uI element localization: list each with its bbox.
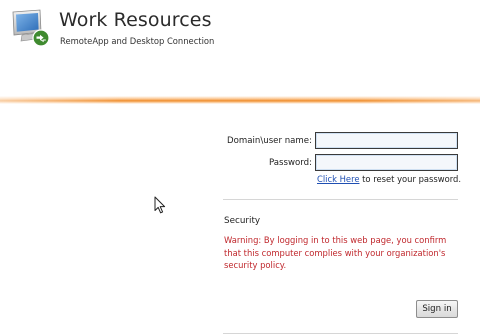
divider bbox=[223, 199, 458, 200]
password-input[interactable] bbox=[315, 154, 458, 171]
page-title: Work Resources bbox=[59, 9, 212, 31]
password-label: Password: bbox=[268, 158, 312, 168]
remote-desktop-computer-icon bbox=[12, 9, 50, 47]
sign-in-button[interactable]: Sign in bbox=[416, 300, 458, 318]
username-label: Domain\user name: bbox=[227, 136, 312, 146]
header: Work Resources RemoteApp and Desktop Con… bbox=[0, 0, 480, 100]
security-warning: Warning: By logging in to this web page,… bbox=[224, 235, 447, 271]
reset-password-text: Click Here to reset your password. bbox=[317, 174, 461, 184]
mouse-pointer-icon bbox=[154, 196, 166, 214]
divider bbox=[223, 333, 458, 334]
reset-password-suffix: to reset your password. bbox=[359, 174, 462, 184]
username-input[interactable] bbox=[315, 132, 458, 149]
security-heading: Security bbox=[224, 216, 261, 226]
reset-password-link[interactable]: Click Here bbox=[317, 174, 359, 184]
page-subtitle: RemoteApp and Desktop Connection bbox=[60, 36, 215, 46]
header-accent-fade bbox=[0, 96, 480, 104]
